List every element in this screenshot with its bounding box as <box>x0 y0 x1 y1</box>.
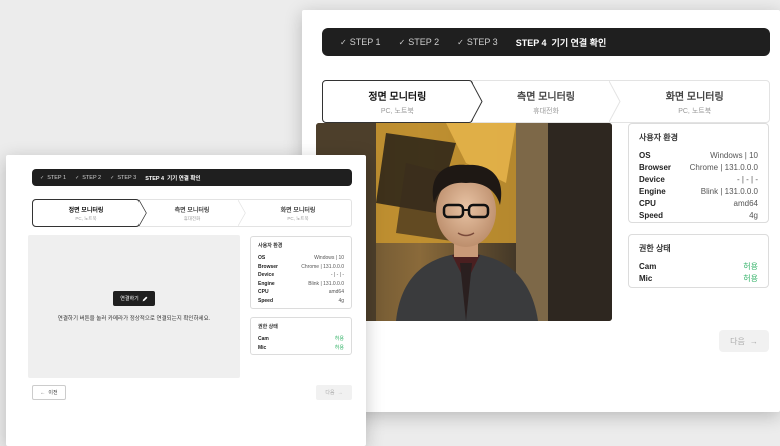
check-icon: ✓ <box>40 174 45 181</box>
step-2: ✓ STEP 2 <box>75 174 102 181</box>
env-row-engine: Engine Blink | 131.0.0.0 <box>639 187 758 196</box>
step-2: ✓ STEP 2 <box>398 37 440 47</box>
check-icon: ✓ <box>398 37 406 47</box>
prev-button[interactable]: ← 이전 <box>32 385 66 400</box>
env-row-cpu: CPU amd64 <box>639 199 758 208</box>
step-4-current: STEP 4 기기 연결 확인 <box>145 175 201 182</box>
user-environment-card: 사용자 환경 OS Windows | 10 Browser Chrome | 13… <box>628 123 769 223</box>
check-icon: ✓ <box>75 174 80 181</box>
monitoring-tabs: 정면 모니터링 PC, 노트북 측면 모니터링 휴대전화 화면 모니터링 PC,… <box>32 199 352 227</box>
connect-hint-text: 연결하기 버튼을 눌러 카메라가 정상적으로 연결되는지 확인하세요. <box>57 316 211 322</box>
env-row-browser: Browser Chrome | 131.0.0.0 <box>639 163 758 172</box>
next-button[interactable]: 다음 → <box>316 385 352 400</box>
section-title: 권한 상태 <box>258 324 278 330</box>
perm-row-cam: Cam 허용 <box>639 262 758 271</box>
user-environment-card: 사용자 환경 OS Windows | 10 Browser Chrome | 13… <box>250 236 352 309</box>
tab-front-monitoring[interactable]: 정면 모니터링 PC, 노트북 <box>322 80 483 123</box>
env-row-device: Device - | - | - <box>639 175 758 184</box>
tab-title: 측면 모니터링 <box>174 207 210 214</box>
tab-subtitle: PC, 노트북 <box>75 215 97 221</box>
tab-subtitle: 휴대전화 <box>183 215 201 221</box>
tab-subtitle: PC, 노트북 <box>380 107 414 115</box>
step-4-current: STEP 4 기기 연결 확인 <box>515 37 607 48</box>
perm-row-mic: Mic 허용 <box>639 274 758 283</box>
tab-title: 측면 모니터링 <box>517 91 575 103</box>
step-progress-bar: ✓ STEP 1 ✓ STEP 2 ✓ STEP 3 STEP 4 기기 연결 확인 <box>32 169 352 186</box>
section-title: 사용자 환경 <box>258 243 283 249</box>
perm-row-mic: Mic 허용 <box>258 344 344 351</box>
pencil-icon <box>142 296 148 301</box>
section-title: 권한 상태 <box>639 244 671 253</box>
permission-status-card: 권한 상태 Cam 허용 Mic 허용 <box>628 234 769 288</box>
tab-title: 화면 모니터링 <box>665 91 724 103</box>
arrow-right-icon: → <box>749 336 758 346</box>
permission-status-card: 권한 상태 Cam 허용 Mic 허용 <box>250 317 352 355</box>
device-check-panel-large: ✓ STEP 1 ✓ STEP 2 ✓ STEP 3 STEP 4 기기 연결 확인 … <box>302 10 780 412</box>
step-3: ✓ STEP 3 <box>110 174 137 181</box>
next-button[interactable]: 다음 → <box>719 330 769 352</box>
check-icon: ✓ <box>340 37 347 47</box>
monitoring-tabs: 정면 모니터링 PC, 노트북 측면 모니터링 휴대전화 화면 모니터링 PC,… <box>322 80 770 123</box>
env-row-speed: Speed 4g <box>258 297 344 304</box>
tab-screen-monitoring[interactable]: 화면 모니터링 PC, 노트북 <box>245 200 351 226</box>
tab-side-monitoring[interactable]: 측면 모니터링 휴대전화 <box>139 200 246 226</box>
step-3: ✓ STEP 3 <box>457 37 498 47</box>
env-row-engine: Engine Blink | 131.0.0.0 <box>258 280 344 287</box>
env-row-browser: Browser Chrome | 131.0.0.0 <box>258 263 344 270</box>
step-1: ✓ STEP 1 <box>40 174 67 181</box>
tab-subtitle: PC, 노트북 <box>287 215 309 221</box>
tab-subtitle: 휴대전화 <box>533 107 559 115</box>
tab-title: 화면 모니터링 <box>280 207 316 214</box>
env-row-cpu: CPU amd64 <box>258 289 344 295</box>
env-row-device: Device - | - | - <box>258 272 344 278</box>
tab-front-monitoring[interactable]: 정면 모니터링 PC, 노트북 <box>32 199 147 227</box>
check-icon: ✓ <box>457 37 464 47</box>
step-progress-bar: ✓ STEP 1 ✓ STEP 2 ✓ STEP 3 STEP 4 기기 연결 확인 <box>322 28 770 56</box>
device-check-panel-small: ✓ STEP 1 ✓ STEP 2 ✓ STEP 3 STEP 4 기기 연결 확인 … <box>6 155 366 446</box>
check-icon: ✓ <box>110 174 115 181</box>
section-title: 사용자 환경 <box>639 133 679 142</box>
env-row-speed: Speed 4g <box>639 211 758 220</box>
arrow-left-icon: ← <box>40 389 46 396</box>
camera-preview-empty: 연결하기 연결하기 버튼을 눌러 카메라가 정상적으로 연결되는지 확인하세요. <box>28 235 240 378</box>
env-row-os: OS Windows | 10 <box>258 255 344 261</box>
perm-row-cam: Cam 허용 <box>258 336 344 342</box>
tab-subtitle: PC, 노트북 <box>678 107 712 115</box>
tab-title: 정면 모니터링 <box>368 91 427 103</box>
env-row-os: OS Windows | 10 <box>639 151 758 160</box>
tab-title: 정면 모니터링 <box>68 207 104 214</box>
connect-button[interactable]: 연결하기 <box>113 291 155 306</box>
arrow-right-icon: → <box>337 389 343 396</box>
tab-screen-monitoring[interactable]: 화면 모니터링 PC, 노트북 <box>620 81 769 122</box>
step-1: ✓ STEP 1 <box>340 37 381 47</box>
tab-side-monitoring[interactable]: 측면 모니터링 휴대전화 <box>472 81 621 122</box>
